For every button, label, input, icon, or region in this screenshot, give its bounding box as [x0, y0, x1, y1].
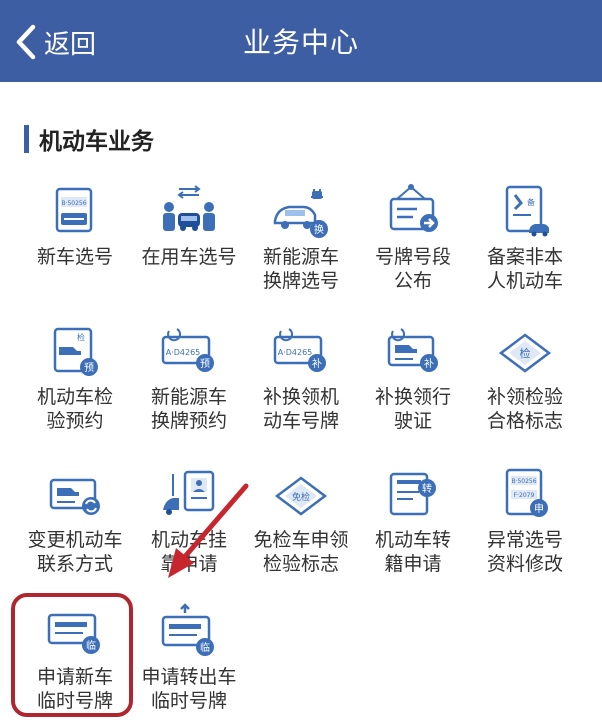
red-arrow-icon — [168, 483, 249, 578]
